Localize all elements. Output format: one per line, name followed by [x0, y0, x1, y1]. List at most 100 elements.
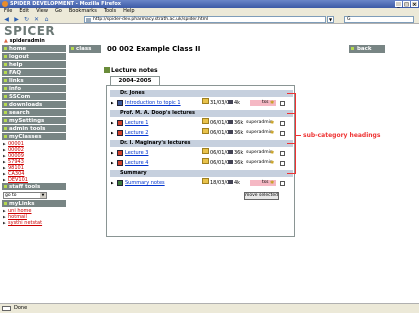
list-item: ▶ Introduction to topic 1 31/03/05 4k ts… [110, 98, 293, 108]
search-value: G [347, 17, 351, 22]
current-user: ▲ spideradmin [2, 38, 66, 45]
file-link[interactable]: Introduction to topic 1 [125, 98, 181, 108]
file-size: 36k [228, 118, 243, 128]
status-bar: Done [0, 303, 419, 313]
file-owner: superadmin [246, 150, 273, 155]
menu-tools[interactable]: Tools [104, 8, 116, 15]
document-icon [117, 100, 123, 106]
goto-select-value: go to [5, 193, 17, 198]
window-title: SPIDER DEVELOPMENT - Mozilla Firefox [10, 1, 121, 7]
sidebar-item-mylinks[interactable]: myLinks [2, 200, 66, 208]
star-icon[interactable]: ✱ [270, 118, 274, 128]
reload-icon[interactable]: ↻ [23, 16, 30, 23]
file-size: 36k [228, 158, 243, 168]
expand-icon[interactable]: ▶ [111, 118, 114, 128]
file-link[interactable]: Lecture 1 [125, 118, 148, 128]
forward-arrow-icon[interactable]: ▶ [13, 16, 20, 23]
sidebar-item-mysettings[interactable]: mySettings [2, 117, 66, 125]
sidebar-item-logout[interactable]: logout [2, 53, 66, 61]
sidebar-item-help[interactable]: help [2, 61, 66, 69]
address-url: http://spider-dev.pharmacy.strath.ac.uk/… [93, 17, 209, 22]
sidebar-item-staff-tools[interactable]: staff tools [2, 183, 66, 191]
sidebar-item-home[interactable]: home [2, 45, 66, 53]
menu-file[interactable]: File [4, 8, 12, 15]
sidebar: SPICER ▲ spideradmin home logout help FA… [2, 25, 66, 226]
star-icon[interactable]: ✱ [270, 148, 274, 158]
summary-icon [117, 180, 123, 186]
list-item: ▶ Summary notes 18/03/05 4k tss ✱ [110, 178, 293, 188]
file-link[interactable]: Summary notes [125, 178, 165, 188]
goto-select[interactable]: go to ▼ [3, 192, 47, 199]
expand-icon[interactable]: ▶ [111, 128, 114, 138]
menu-go[interactable]: Go [55, 8, 62, 15]
class-badge: class [69, 45, 101, 53]
file-size: 36k [228, 128, 243, 138]
page-content: SPICER ▲ spideradmin home logout help FA… [0, 25, 419, 303]
select-checkbox[interactable] [280, 161, 285, 166]
file-size: 4k [228, 178, 240, 188]
section-title-text: Lecture notes [111, 67, 158, 74]
sidebar-item-downloads[interactable]: downloads [2, 101, 66, 109]
expand-icon[interactable]: ▶ [111, 148, 114, 158]
presentation-icon [117, 160, 123, 166]
window-controls: _ □ × [395, 1, 418, 8]
home-icon[interactable]: ⌂ [43, 16, 50, 23]
status-text: Done [14, 305, 28, 311]
star-icon[interactable]: ✱ [270, 158, 274, 168]
list-item: ▶ Lecture 4 06/01/05 36k superadmin ✱ [110, 158, 293, 168]
go-button[interactable]: ▼ [327, 16, 334, 23]
expand-icon[interactable]: ▶ [111, 178, 114, 188]
sidebar-item-admin-tools[interactable]: admin tools [2, 125, 66, 133]
sub-category-heading: Summary [110, 170, 293, 177]
sidebar-item-links[interactable]: links [2, 77, 66, 85]
status-icon [2, 306, 11, 311]
user-icon: ▲ [4, 38, 8, 44]
sidebar-item-faq[interactable]: FAQ [2, 69, 66, 77]
select-checkbox[interactable] [280, 121, 285, 126]
star-icon[interactable]: ✱ [270, 128, 274, 138]
sub-category-heading: Dr. Jones [110, 90, 293, 97]
sidebar-item-sscom[interactable]: SSCom [2, 93, 66, 101]
close-button[interactable]: × [411, 1, 418, 8]
select-checkbox[interactable] [280, 131, 285, 136]
mylink-item[interactable]: systhi netstat [2, 220, 66, 226]
menu-help[interactable]: Help [123, 8, 134, 15]
sub-category-heading: Prof. M. A. Doop's lectures [110, 110, 293, 117]
file-link[interactable]: Lecture 2 [125, 128, 148, 138]
address-bar[interactable]: http://spider-dev.pharmacy.strath.ac.uk/… [84, 16, 326, 23]
file-owner: superadmin [246, 130, 273, 135]
sub-category-heading: Dr. I. Maginary's lectures [110, 140, 293, 147]
minimize-button[interactable]: _ [395, 1, 402, 8]
presentation-icon [117, 130, 123, 136]
menu-edit[interactable]: Edit [19, 8, 29, 15]
star-icon[interactable]: ✱ [270, 98, 274, 108]
spider-logo: SPICER [4, 24, 56, 38]
back-button[interactable]: back [349, 45, 385, 53]
sidebar-item-info[interactable]: info [2, 85, 66, 93]
back-arrow-icon[interactable]: ◀ [3, 16, 10, 23]
presentation-icon [117, 150, 123, 156]
maximize-button[interactable]: □ [403, 1, 410, 8]
star-icon[interactable]: ✱ [270, 178, 274, 188]
sidebar-item-search[interactable]: search [2, 109, 66, 117]
menu-bookmarks[interactable]: Bookmarks [69, 8, 97, 15]
select-checkbox[interactable] [280, 151, 285, 156]
file-link[interactable]: Lecture 3 [125, 148, 148, 158]
expand-icon[interactable]: ▶ [111, 98, 114, 108]
search-field[interactable]: G [344, 16, 414, 23]
stop-icon[interactable]: ✕ [33, 16, 40, 23]
sidebar-item-myclasses[interactable]: myClasses [2, 133, 66, 141]
file-link[interactable]: Lecture 4 [125, 158, 148, 168]
file-size: 36k [228, 148, 243, 158]
select-checkbox[interactable] [280, 101, 285, 106]
firefox-icon [2, 1, 8, 7]
list-item: ▶ Lecture 2 06/01/05 36k superadmin ✱ [110, 128, 293, 138]
select-checkbox[interactable] [280, 181, 285, 186]
file-size: 4k [228, 98, 240, 108]
section-title: Lecture notes [104, 67, 158, 75]
menubar: File Edit View Go Bookmarks Tools Help [0, 8, 419, 15]
tab-year[interactable]: 2004-2005 [110, 76, 160, 85]
menu-view[interactable]: View [36, 8, 48, 15]
expand-icon[interactable]: ▶ [111, 158, 114, 168]
move-selected-button[interactable]: move selected [244, 192, 279, 200]
